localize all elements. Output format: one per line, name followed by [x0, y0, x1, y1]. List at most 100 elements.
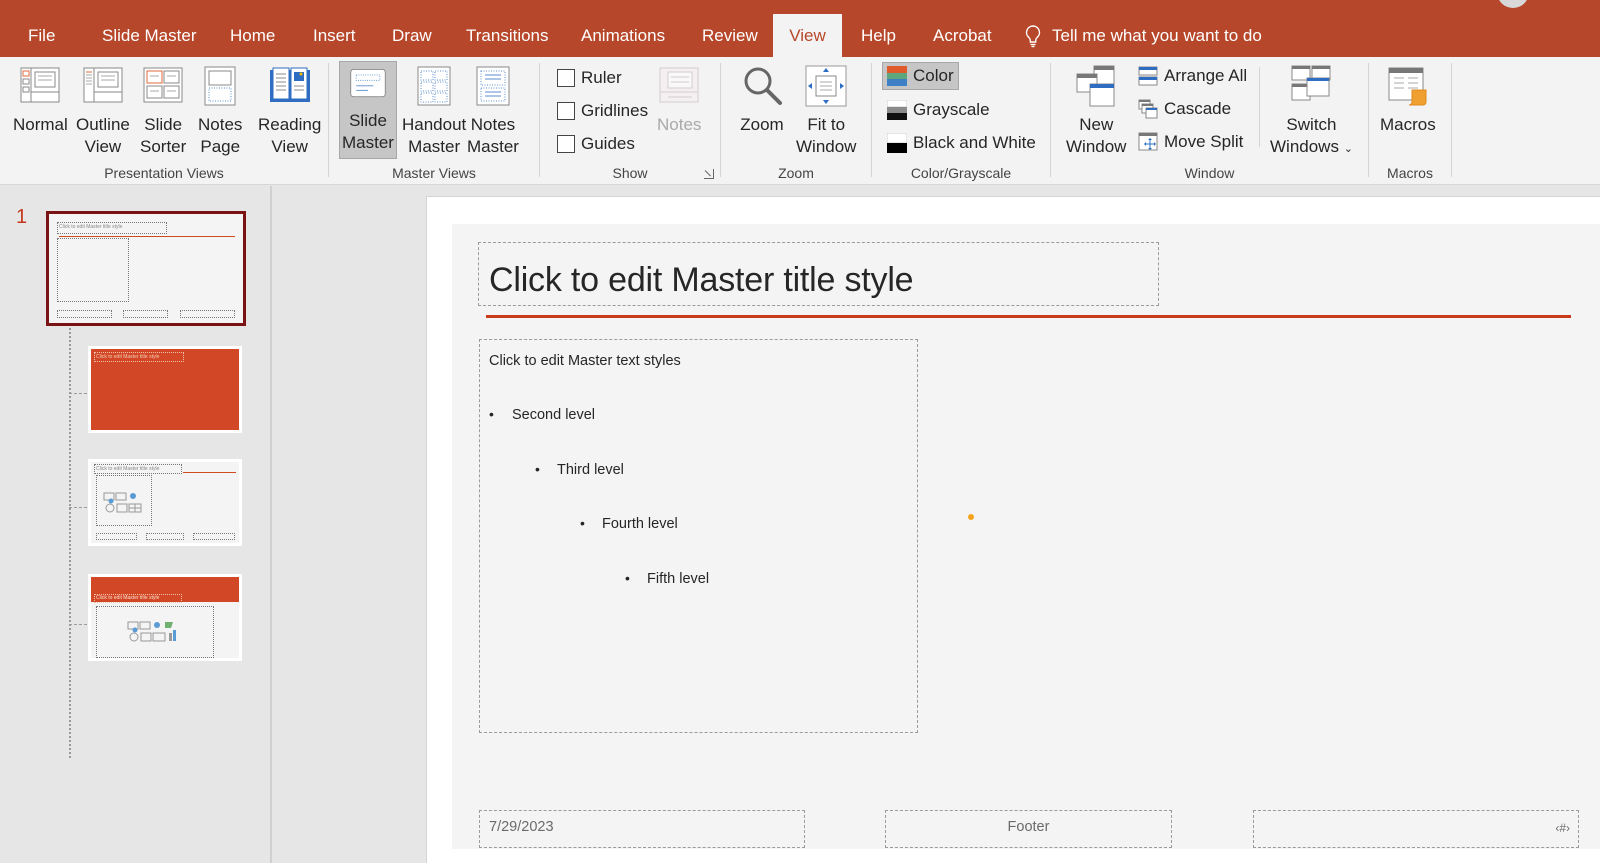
layout-thumbnail-title[interactable]: Click to edit Master title style — [88, 346, 242, 433]
body-level-4: Fourth level — [602, 516, 678, 532]
user-avatar[interactable] — [1497, 0, 1529, 8]
guides-checkbox[interactable]: Guides — [552, 130, 640, 158]
group-label-window: Window — [1184, 165, 1235, 181]
handout-master-button[interactable]: Handout Master — [399, 61, 469, 163]
master-slide-thumbnail[interactable]: Click to edit Master title style — [46, 211, 246, 326]
slide-sorter-icon — [143, 67, 183, 103]
normal-view-button[interactable]: Normal — [10, 61, 71, 141]
slide-master-button[interactable]: Slide Master — [339, 61, 397, 159]
ruler-checkbox[interactable]: Ruler — [552, 64, 627, 92]
show-dialog-launcher[interactable] — [704, 169, 714, 179]
tab-slide-master[interactable]: Slide Master — [90, 14, 208, 57]
notes-page-label-1: Notes — [198, 115, 243, 134]
black-and-white-label: Black and White — [913, 133, 1036, 152]
tab-insert[interactable]: Insert — [301, 14, 368, 57]
layout-thumbnail-section[interactable]: Click to edit Master title style — [88, 574, 242, 661]
zoom-button[interactable]: Zoom — [737, 61, 787, 141]
tab-animations[interactable]: Animations — [569, 14, 677, 57]
reading-view-button[interactable]: Reading View — [255, 61, 324, 163]
thumb-number-placeholder — [180, 310, 235, 318]
notes-master-icon — [476, 66, 510, 106]
black-and-white-button[interactable]: Black and White — [882, 129, 1041, 157]
tab-view[interactable]: View — [773, 14, 842, 57]
thumb-footer-placeholder — [123, 310, 168, 318]
tell-me-placeholder: Tell me what you want to do — [1052, 26, 1262, 45]
body-placeholder[interactable]: Click to edit Master text styles • Secon… — [479, 339, 918, 733]
group-show: Ruler Gridlines Guides Notes Show — [540, 57, 720, 185]
master-slide-number: 1 — [16, 206, 28, 228]
switch-windows-button[interactable]: Switch Windows ⌄ — [1267, 61, 1356, 165]
color-button[interactable]: Color — [882, 62, 959, 90]
tab-help[interactable]: Help — [849, 14, 908, 57]
thumb-title-text: Click to edit Master title style — [96, 354, 160, 360]
thumb-title-text: Click to edit Master title style — [59, 224, 123, 230]
body-level-5: Fifth level — [647, 571, 710, 587]
new-window-button[interactable]: New Window — [1063, 61, 1129, 163]
slide-number-placeholder[interactable]: ‹#› — [1253, 810, 1579, 848]
layout-tree-branch — [69, 393, 87, 394]
tab-acrobat[interactable]: Acrobat — [921, 14, 1004, 57]
reading-view-icon — [269, 67, 310, 102]
arrange-all-icon — [1138, 66, 1158, 86]
slide-sorter-label-1: Slide — [144, 115, 183, 134]
cascade-button[interactable]: Cascade — [1133, 95, 1236, 123]
tab-transitions[interactable]: Transitions — [454, 14, 561, 57]
slide-sorter-button[interactable]: Slide Sorter — [137, 61, 189, 163]
notes-master-label-1: Notes — [470, 115, 516, 134]
tab-review[interactable]: Review — [690, 14, 770, 57]
layout-thumbnail-title-content[interactable]: Click to edit Master title style — [88, 459, 242, 546]
tab-draw[interactable]: Draw — [380, 14, 444, 57]
checkbox-box[interactable] — [557, 102, 575, 120]
fit-to-window-label-2: Window — [796, 137, 857, 156]
thumb-title-rule — [183, 472, 236, 473]
notes-page-icon — [204, 66, 236, 106]
group-separator — [1451, 63, 1452, 177]
group-label-show: Show — [612, 165, 648, 181]
group-zoom: Zoom Fit to Window Zoom — [721, 57, 871, 185]
grayscale-button[interactable]: Grayscale — [882, 96, 995, 124]
group-label-color-grayscale: Color/Grayscale — [910, 165, 1012, 181]
slide-number-text: ‹#› — [1555, 821, 1570, 835]
handout-master-label-2: Master — [408, 137, 461, 156]
normal-view-icon — [20, 67, 60, 103]
tab-home[interactable]: Home — [218, 14, 287, 57]
bullet-icon: • — [625, 570, 630, 586]
content-insert-icons — [127, 621, 176, 642]
title-placeholder[interactable]: Click to edit Master title style — [478, 242, 1159, 306]
bullet-icon: • — [580, 515, 585, 531]
zoom-label: Zoom — [740, 115, 784, 134]
group-label-master-views: Master Views — [392, 165, 476, 181]
fit-to-window-label-1: Fit to — [807, 115, 846, 134]
lightbulb-icon — [1025, 24, 1041, 47]
thumb-date-placeholder — [96, 533, 137, 540]
move-split-button[interactable]: Move Split — [1133, 128, 1248, 156]
layout-tree-branch — [69, 507, 87, 508]
notes-master-button[interactable]: Notes Master — [464, 61, 522, 163]
magnifier-icon — [744, 67, 782, 105]
fit-to-window-button[interactable]: Fit to Window — [793, 61, 859, 163]
slide-master-icon — [350, 69, 386, 98]
thumb-title-text: Click to edit Master title style — [96, 466, 160, 472]
notes-page-button[interactable]: Notes Page — [195, 61, 245, 163]
body-level-2: Second level — [512, 407, 596, 423]
arrange-all-label: Arrange All — [1164, 66, 1248, 85]
notes-button[interactable]: Notes — [654, 61, 704, 141]
cascade-label: Cascade — [1164, 99, 1232, 118]
outline-view-label-2: View — [84, 137, 122, 156]
gridlines-checkbox[interactable]: Gridlines — [552, 97, 653, 125]
outline-view-button[interactable]: Outline View — [73, 61, 133, 163]
footer-placeholder[interactable]: Footer — [885, 810, 1172, 848]
arrange-all-button[interactable]: Arrange All — [1133, 62, 1252, 90]
body-level-3: Third level — [557, 462, 624, 478]
checkbox-box[interactable] — [557, 135, 575, 153]
handout-master-icon — [417, 66, 451, 106]
checkbox-box[interactable] — [557, 69, 575, 87]
color-icon — [887, 66, 907, 86]
switch-windows-icon — [1291, 65, 1331, 101]
fit-to-window-icon — [805, 65, 847, 107]
tab-file[interactable]: File — [16, 14, 67, 57]
thumb-number-placeholder — [193, 533, 235, 540]
macros-button[interactable]: Macros — [1377, 61, 1439, 141]
tell-me-search[interactable]: Tell me what you want to do — [1024, 14, 1262, 57]
date-placeholder[interactable]: 7/29/2023 — [479, 810, 805, 848]
